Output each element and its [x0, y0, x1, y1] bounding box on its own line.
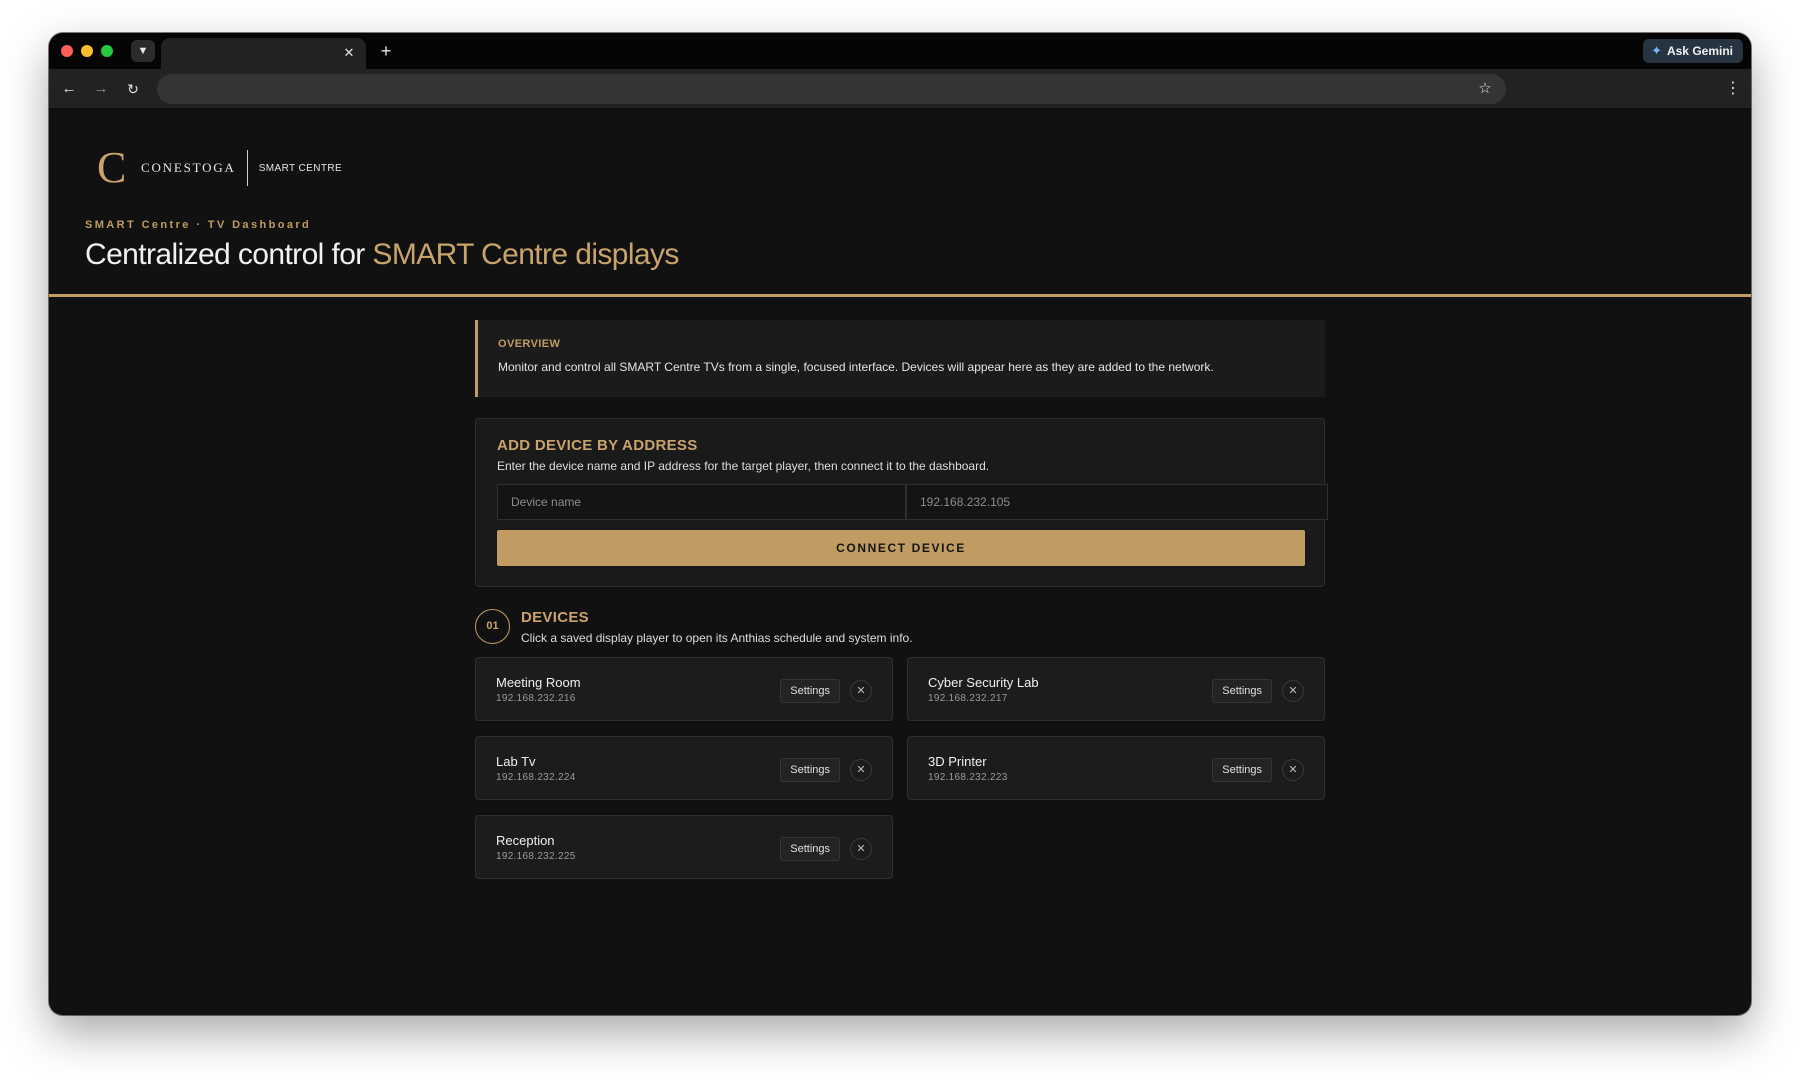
close-window-button[interactable] [61, 45, 73, 57]
logo-mark: C [97, 143, 127, 192]
settings-button[interactable]: Settings [780, 758, 840, 782]
plus-icon[interactable]: + [374, 39, 398, 63]
remove-device-icon[interactable]: ✕ [850, 759, 872, 781]
device-name: Cyber Security Lab [928, 675, 1039, 690]
browser-window: ▼ ✕ + ✦ Ask Gemini ← → ↻ ☆ ⋮ C CONESTOGA… [49, 33, 1751, 1015]
ip-address-input[interactable] [906, 484, 1328, 520]
connect-device-button[interactable]: CONNECT DEVICE [497, 530, 1305, 566]
remove-device-icon[interactable]: ✕ [850, 680, 872, 702]
ask-gemini-button[interactable]: ✦ Ask Gemini [1643, 39, 1743, 63]
device-name: Lab Tv [496, 754, 536, 769]
device-ip: 192.168.232.223 [928, 772, 1008, 783]
device-name: Meeting Room [496, 675, 581, 690]
device-card[interactable]: 3D Printer 192.168.232.223 Settings ✕ [907, 736, 1325, 800]
page: C CONESTOGA SMART CENTRE SMART Centre · … [49, 110, 1751, 1015]
section-number-badge: 01 [475, 609, 510, 644]
device-card[interactable]: Meeting Room 192.168.232.216 Settings ✕ [475, 657, 893, 721]
remove-device-icon[interactable]: ✕ [1282, 680, 1304, 702]
forward-arrow-icon[interactable]: → [89, 77, 113, 101]
device-ip: 192.168.232.224 [496, 772, 576, 783]
device-name: 3D Printer [928, 754, 987, 769]
settings-button[interactable]: Settings [1212, 679, 1272, 703]
device-name-input[interactable] [497, 484, 906, 520]
settings-button[interactable]: Settings [780, 837, 840, 861]
page-title: Centralized control for SMART Centre dis… [85, 238, 679, 272]
add-device-inputs [497, 484, 1328, 520]
devices-header: 01 DEVICES Click a saved display player … [475, 609, 1325, 657]
minimize-window-button[interactable] [81, 45, 93, 57]
browser-tab[interactable]: ✕ [161, 38, 366, 69]
maximize-window-button[interactable] [101, 45, 113, 57]
device-card[interactable]: Lab Tv 192.168.232.224 Settings ✕ [475, 736, 893, 800]
main-content: OVERVIEW Monitor and control all SMART C… [475, 320, 1328, 879]
tab-search-icon[interactable]: ▼ [131, 40, 155, 62]
address-input[interactable] [157, 74, 1506, 104]
remove-device-icon[interactable]: ✕ [850, 838, 872, 860]
tab-bar: ▼ ✕ + ✦ Ask Gemini [49, 33, 1751, 69]
back-arrow-icon[interactable]: ← [57, 77, 81, 101]
page-header: C CONESTOGA SMART CENTRE SMART Centre · … [49, 110, 1751, 297]
devices-title: DEVICES [521, 609, 589, 626]
brand-name: CONESTOGA [141, 160, 236, 175]
address-bar[interactable]: ☆ [157, 74, 1506, 104]
gemini-spark-icon: ✦ [1651, 43, 1662, 58]
ask-gemini-label: Ask Gemini [1666, 44, 1733, 58]
device-ip: 192.168.232.217 [928, 693, 1008, 704]
overview-panel: OVERVIEW Monitor and control all SMART C… [475, 320, 1325, 397]
device-name: Reception [496, 833, 555, 848]
brand-subtitle: SMART CENTRE [258, 162, 343, 174]
page-title-accent: SMART Centre displays [372, 238, 679, 271]
close-icon[interactable]: ✕ [340, 44, 358, 62]
device-card[interactable]: Reception 192.168.232.225 Settings ✕ [475, 815, 893, 879]
browser-toolbar: ← → ↻ ☆ ⋮ [49, 69, 1751, 109]
device-grid: Meeting Room 192.168.232.216 Settings ✕ … [475, 657, 1325, 879]
add-device-card: ADD DEVICE BY ADDRESS Enter the device n… [475, 418, 1328, 587]
overview-text: Monitor and control all SMART Centre TVs… [498, 360, 1214, 374]
settings-button[interactable]: Settings [780, 679, 840, 703]
brand-logo: C CONESTOGA SMART CENTRE [97, 143, 343, 192]
page-eyebrow: SMART Centre · TV Dashboard [85, 219, 312, 231]
settings-button[interactable]: Settings [1212, 758, 1272, 782]
logo-divider [246, 150, 248, 186]
overview-label: OVERVIEW [498, 338, 561, 350]
star-icon[interactable]: ☆ [1474, 78, 1496, 100]
kebab-menu-icon[interactable]: ⋮ [1725, 77, 1741, 101]
device-ip: 192.168.232.216 [496, 693, 576, 704]
add-device-title: ADD DEVICE BY ADDRESS [497, 437, 698, 454]
remove-device-icon[interactable]: ✕ [1282, 759, 1304, 781]
device-card[interactable]: Cyber Security Lab 192.168.232.217 Setti… [907, 657, 1325, 721]
devices-description: Click a saved display player to open its… [521, 631, 913, 645]
device-ip: 192.168.232.225 [496, 851, 576, 862]
reload-icon[interactable]: ↻ [121, 77, 145, 101]
add-device-description: Enter the device name and IP address for… [497, 459, 990, 473]
page-title-prefix: Centralized control for [85, 238, 373, 271]
